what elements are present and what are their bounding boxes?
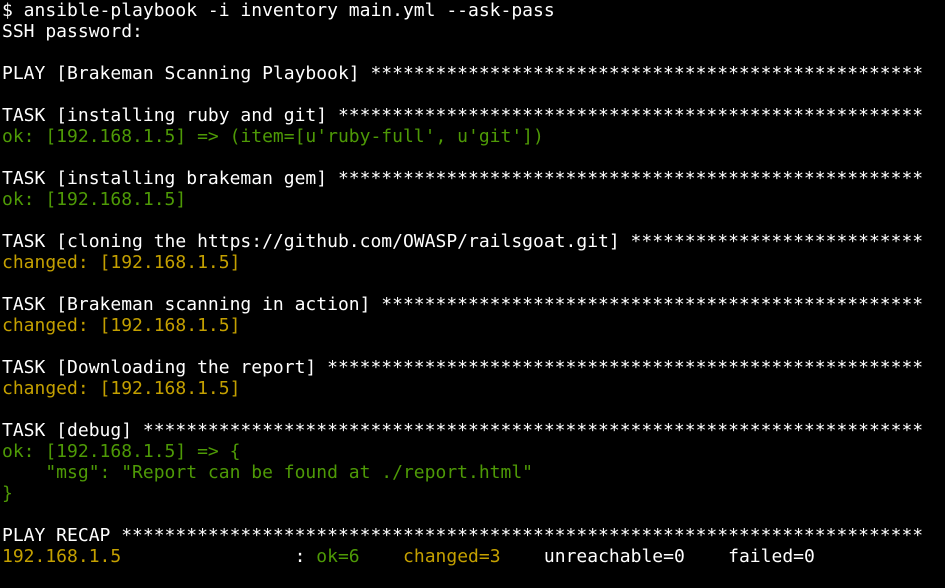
terminal-text-segment: ok: [192.168.1.5] [2, 189, 187, 210]
terminal-line: 192.168.1.5 : ok=6 changed=3 unreachable… [2, 546, 945, 567]
terminal-line: ok: [192.168.1.5] => (item=[u'ruby-full'… [2, 126, 945, 147]
terminal-line: $ ansible-playbook -i inventory main.yml… [2, 0, 945, 21]
terminal-line: TASK [installing ruby and git] *********… [2, 105, 945, 126]
terminal-text-segment: ok=6 [316, 546, 360, 567]
terminal-text-segment: changed: [192.168.1.5] [2, 378, 241, 399]
terminal-line: TASK [Brakeman scanning in action] *****… [2, 294, 945, 315]
terminal-text-segment: TASK [Brakeman scanning in action] *****… [2, 294, 924, 315]
terminal-text-segment: changed: [192.168.1.5] [2, 315, 241, 336]
terminal-line: ok: [192.168.1.5] => { [2, 441, 945, 462]
terminal-text-segment: SSH password: [2, 21, 143, 42]
terminal-text-segment: TASK [debug] ***************************… [2, 420, 924, 441]
terminal-line: TASK [Downloading the report] **********… [2, 357, 945, 378]
terminal-text-segment: : [121, 546, 317, 567]
terminal-line: "msg": "Report can be found at ./report.… [2, 462, 945, 483]
terminal-text-segment: changed: [192.168.1.5] [2, 252, 241, 273]
terminal-line: PLAY RECAP *****************************… [2, 525, 945, 546]
terminal-line: TASK [cloning the https://github.com/OWA… [2, 231, 945, 252]
terminal-line: SSH password: [2, 21, 945, 42]
terminal-window[interactable]: $ ansible-playbook -i inventory main.yml… [0, 0, 945, 588]
terminal-line: ok: [192.168.1.5] [2, 189, 945, 210]
terminal-text-segment: changed=3 [403, 546, 501, 567]
terminal-text-segment: ok: [192.168.1.5] => (item=[u'ruby-full'… [2, 126, 544, 147]
terminal-text-segment: $ ansible-playbook -i inventory main.yml… [2, 0, 555, 21]
terminal-line: PLAY [Brakeman Scanning Playbook] ******… [2, 63, 945, 84]
terminal-text-segment: TASK [Downloading the report] **********… [2, 357, 924, 378]
terminal-line: changed: [192.168.1.5] [2, 252, 945, 273]
terminal-line: changed: [192.168.1.5] [2, 315, 945, 336]
terminal-text-segment: PLAY [Brakeman Scanning Playbook] ******… [2, 63, 924, 84]
terminal-text-segment: TASK [cloning the https://github.com/OWA… [2, 231, 924, 252]
terminal-line: } [2, 483, 945, 504]
terminal-text-segment: ok: [192.168.1.5] => { [2, 441, 241, 462]
terminal-text-segment: "msg": "Report can be found at ./report.… [2, 462, 534, 483]
terminal-text-segment: TASK [installing ruby and git] *********… [2, 105, 924, 126]
terminal-line: TASK [installing brakeman gem] *********… [2, 168, 945, 189]
terminal-text-segment: } [2, 483, 13, 504]
terminal-text-segment: 192.168.1.5 [2, 546, 122, 567]
terminal-text-segment: PLAY RECAP *****************************… [2, 525, 924, 546]
terminal-text-segment: TASK [installing brakeman gem] *********… [2, 168, 924, 189]
terminal-line: TASK [debug] ***************************… [2, 420, 945, 441]
terminal-text-segment: unreachable=0 failed=0 [500, 546, 815, 567]
terminal-line: changed: [192.168.1.5] [2, 378, 945, 399]
